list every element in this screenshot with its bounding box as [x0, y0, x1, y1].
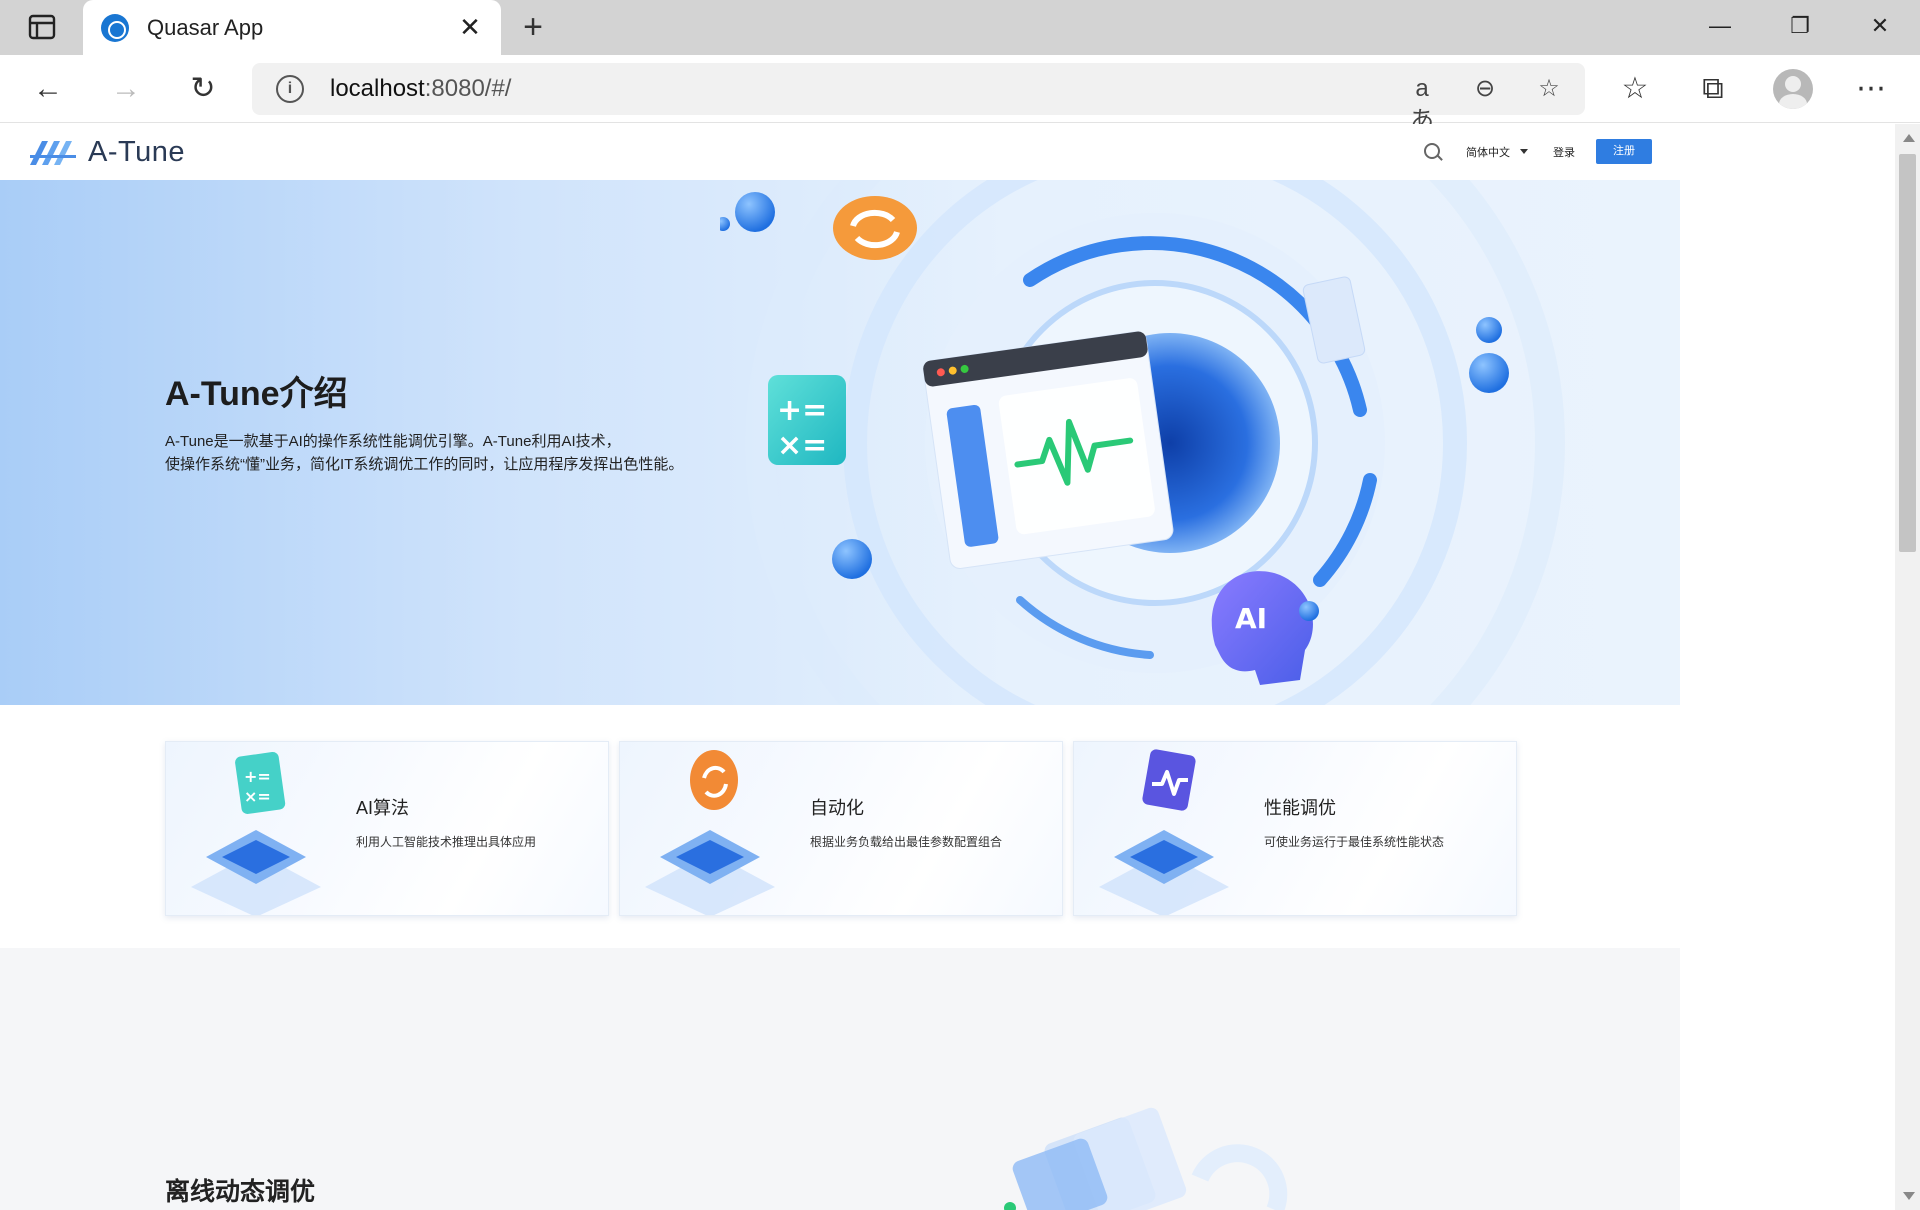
restore-icon[interactable]: ❐ [1770, 8, 1830, 44]
browser-tab-active[interactable]: Quasar App ✕ [83, 0, 501, 55]
feature-title: 自动化 [810, 798, 864, 818]
section-title: 离线动态调优 [165, 1178, 316, 1206]
login-link[interactable]: 登录 [1553, 144, 1575, 160]
features-section: += ×= AI算法 利用人工智能技术推理出具体应用 自动化 根据业务负载给出最… [0, 705, 1680, 948]
refresh-icon [645, 750, 775, 915]
feature-card-automation[interactable]: 自动化 根据业务负载给出最佳参数配置组合 [619, 741, 1063, 916]
window-close-icon[interactable]: ✕ [1850, 8, 1910, 44]
hero-description: A-Tune是一款基于AI的操作系统性能调优引擎。A-Tune利用AI技术， 使… [165, 430, 765, 476]
tab-close-icon[interactable]: ✕ [455, 12, 485, 42]
page-scrollbar[interactable] [1895, 124, 1920, 1210]
svg-text:×=: ×= [244, 787, 271, 806]
hero-banner: A-Tune介绍 A-Tune是一款基于AI的操作系统性能调优引擎。A-Tune… [0, 180, 1680, 705]
address-bar[interactable]: i localhost:8080/#/ aあ ⊖ ☆ [252, 63, 1585, 134]
page-content: A-Tune 简体中文 登录 注册 A-Tune介绍 A-Tune是一款基于AI… [0, 124, 1680, 1210]
forward-icon[interactable]: → [106, 69, 146, 109]
back-icon[interactable]: ← [28, 69, 68, 109]
tab-title: Quasar App [147, 15, 264, 40]
page-viewport: A-Tune 简体中文 登录 注册 A-Tune介绍 A-Tune是一款基于AI… [0, 124, 1920, 1210]
quasar-favicon-icon [101, 14, 129, 42]
svg-text:+=: += [244, 767, 271, 786]
language-selector[interactable]: 简体中文 [1466, 144, 1510, 160]
offline-tuning-illustration [1004, 1107, 1288, 1210]
browser-toolbar: ← → ↻ i localhost:8080/#/ aあ ⊖ ☆ ☆ ⧉ ⋯ [0, 55, 1920, 134]
profile-avatar[interactable] [1773, 69, 1813, 109]
calculator-icon: += ×= [191, 751, 321, 915]
collections-icon[interactable]: ⧉ [1693, 69, 1733, 109]
refresh-icon[interactable]: ↻ [183, 69, 223, 109]
a-tune-logo-icon[interactable] [28, 137, 78, 167]
favorites-icon[interactable]: ☆ [1615, 69, 1655, 109]
feature-description: 利用人工智能技术推理出具体应用 [356, 835, 537, 849]
pulse-icon [1099, 749, 1229, 915]
zoom-out-icon[interactable]: ⊖ [1468, 73, 1502, 105]
search-icon[interactable] [1424, 143, 1440, 159]
scroll-down-icon[interactable] [1903, 1192, 1915, 1200]
hero-title: A-Tune介绍 [165, 375, 348, 413]
hero-illustration: += ×= AI [720, 180, 1565, 705]
browser-tabbar: Quasar App ✕ + — ❐ ✕ [0, 0, 1920, 55]
feature-title: AI算法 [356, 798, 410, 818]
svg-text:+=: += [777, 393, 827, 428]
scroll-up-icon[interactable] [1903, 134, 1915, 142]
register-button[interactable]: 注册 [1596, 139, 1652, 164]
site-info-icon[interactable]: i [276, 75, 304, 103]
hero-ai-label: AI [1235, 602, 1267, 635]
feature-description: 根据业务负载给出最佳参数配置组合 [810, 835, 1003, 849]
url-text[interactable]: localhost:8080/#/ [330, 75, 511, 103]
site-logo-text[interactable]: A-Tune [88, 136, 185, 169]
scroll-thumb[interactable] [1899, 154, 1916, 552]
offline-tuning-section: 离线动态调优 [0, 948, 1680, 1210]
feature-card-ai[interactable]: += ×= AI算法 利用人工智能技术推理出具体应用 [165, 741, 609, 916]
more-menu-icon[interactable]: ⋯ [1851, 69, 1891, 109]
minimize-icon[interactable]: — [1690, 8, 1750, 44]
add-favorite-icon[interactable]: ☆ [1532, 73, 1566, 105]
svg-text:×=: ×= [777, 428, 827, 463]
translate-icon[interactable]: aあ [1405, 73, 1439, 134]
feature-card-performance[interactable]: 性能调优 可使业务运行于最佳系统性能状态 [1073, 741, 1517, 916]
feature-title: 性能调优 [1264, 798, 1336, 818]
hero-description-line-1: A-Tune是一款基于AI的操作系统性能调优引擎。A-Tune利用AI技术， [165, 433, 621, 450]
tab-actions-icon[interactable] [22, 14, 64, 42]
hero-description-line-2: 使操作系统“懂”业务，简化IT系统调优工作的同时，让应用程序发挥出色性能。 [165, 456, 684, 473]
site-header: A-Tune 简体中文 登录 注册 [0, 124, 1680, 180]
chevron-down-icon[interactable] [1520, 149, 1528, 154]
new-tab-button[interactable]: + [518, 10, 548, 44]
feature-description: 可使业务运行于最佳系统性能状态 [1264, 835, 1445, 849]
